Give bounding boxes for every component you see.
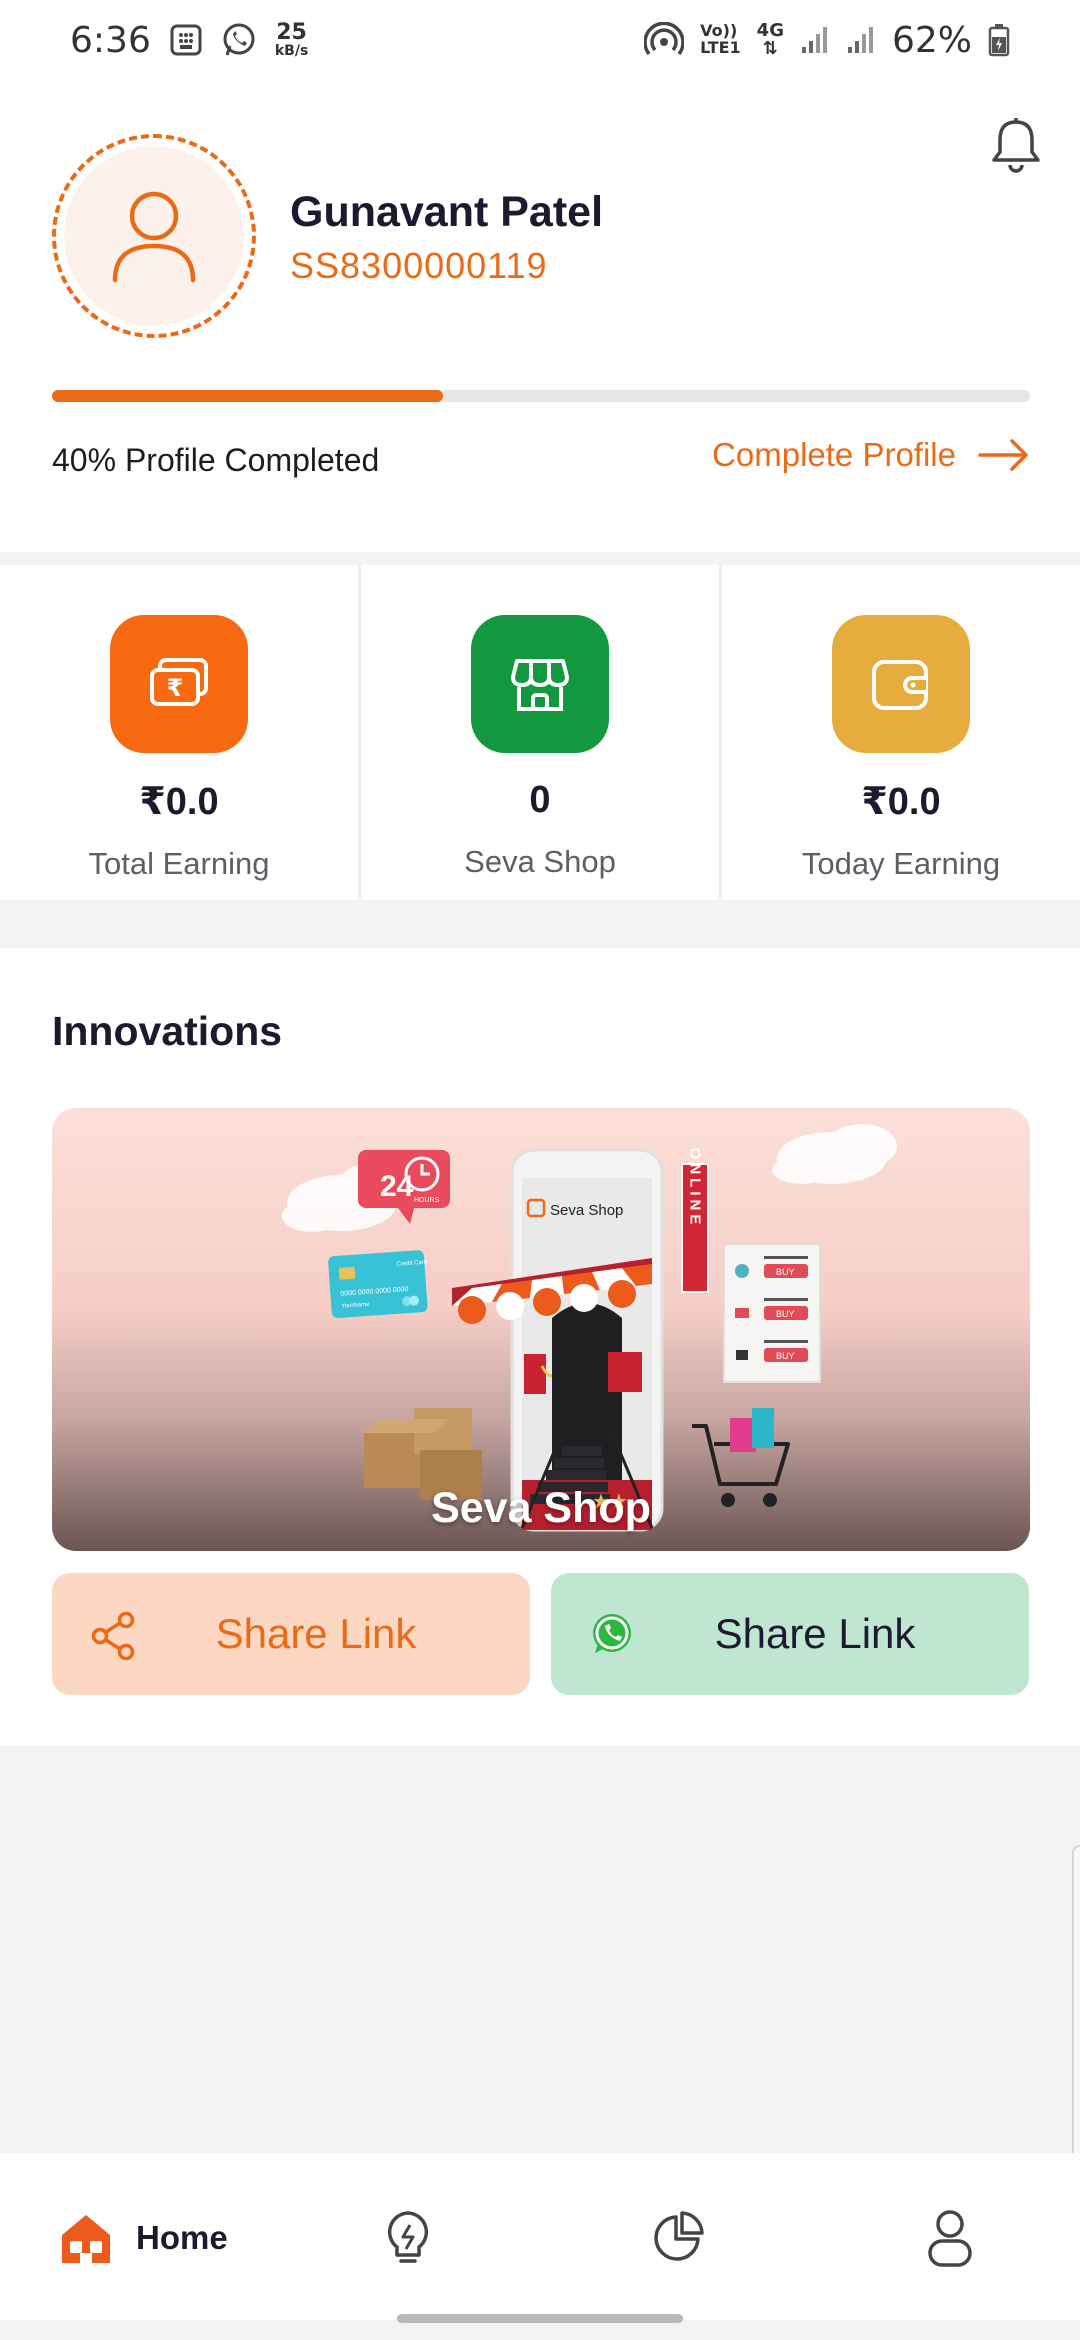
stat-icon-tile: ₹ <box>110 615 248 753</box>
net-speed: 25 kB/s <box>274 20 309 59</box>
seva-shop-banner[interactable]: 24 HOURS Credit Card 0000 0000 0000 0000… <box>52 1108 1030 1551</box>
user-id: SS8300000119 <box>290 245 548 286</box>
stat-today-earning[interactable]: ₹0.0 Today Earning <box>722 565 1080 900</box>
profile-header: Gunavant Patel SS8300000119 40% Profile … <box>0 80 1080 552</box>
svg-text:₹: ₹ <box>167 674 184 702</box>
online-letters: ONLINE <box>687 1148 704 1229</box>
phone-storefront: Seva Shop <box>510 1148 664 1532</box>
stat-label: Seva Shop <box>464 844 616 879</box>
stat-label: Total Earning <box>88 846 270 881</box>
lightbulb-icon <box>387 2211 429 2263</box>
battery-percent: 62% <box>891 19 972 61</box>
buy-label: BUY <box>776 1351 795 1361</box>
signal-icon <box>800 25 830 55</box>
shop-icon <box>511 659 569 711</box>
sim-toolkit-icon <box>169 23 203 57</box>
home-icon <box>62 2215 110 2263</box>
stat-value: ₹0.0 <box>139 781 219 823</box>
profile-progress-bar <box>52 390 1030 402</box>
share-icon <box>90 1611 136 1666</box>
whatsapp-icon <box>589 1611 635 1662</box>
status-left: 6:36 25 kB/s <box>70 20 308 61</box>
stats-row: ₹ ₹0.0 Total Earning 0 Seva Shop ₹0.0 To… <box>0 565 1080 900</box>
net-speed-unit: kB/s <box>274 43 309 59</box>
avatar-background <box>64 146 244 326</box>
status-time: 6:36 <box>70 19 151 61</box>
volte-bottom: LTE1 <box>700 38 741 57</box>
net-speed-value: 25 <box>276 20 307 45</box>
progress-text: 40% Profile Completed <box>52 442 380 478</box>
badge-24: 24 <box>380 1170 414 1203</box>
stat-total-earning[interactable]: ₹ ₹0.0 Total Earning <box>0 565 361 900</box>
nav-item-innovations[interactable] <box>383 2209 433 2272</box>
avatar[interactable] <box>52 134 256 338</box>
profile-progress-fill <box>52 390 444 402</box>
section-title: Innovations <box>52 1008 283 1054</box>
innovations-section: Innovations 24 HOURS Credit Card 0000 00… <box>0 948 1080 1746</box>
phone-label: Seva Shop <box>550 1202 623 1219</box>
money-stack-icon: ₹ <box>150 658 208 706</box>
arrow-right-icon <box>978 439 1028 471</box>
status-bar: 6:36 25 kB/s Vo)) LTE1 4G ⇅ 62% <box>0 0 1080 80</box>
complete-profile-link[interactable]: Complete Profile <box>712 436 1030 474</box>
user-icon <box>112 191 196 283</box>
cloud-icon <box>772 1124 897 1184</box>
stat-seva-shop[interactable]: 0 Seva Shop <box>361 565 722 900</box>
user-name: Gunavant Patel <box>290 188 604 236</box>
stat-label: Today Earning <box>801 846 1001 881</box>
online-sign: ONLINE <box>681 1148 709 1293</box>
credit-card-image: Credit Card 0000 0000 0000 0000 YourName <box>328 1250 428 1319</box>
bottom-navigation: Home <box>0 2153 1080 2320</box>
whatsapp-icon <box>221 22 257 58</box>
data-arrows-icon: ⇅ <box>762 38 778 59</box>
buy-label: BUY <box>776 1267 795 1277</box>
banner-title: Seva Shop <box>431 1484 651 1532</box>
share-link-button[interactable]: Share Link <box>52 1573 530 1695</box>
stat-value: ₹0.0 <box>861 781 941 823</box>
nav-item-home[interactable]: Home <box>58 2211 228 2265</box>
volte-indicator: Vo)) LTE1 <box>700 22 741 57</box>
side-edge-handle[interactable] <box>1072 1845 1080 2175</box>
battery-icon <box>988 23 1010 57</box>
nav-home-label: Home <box>136 2219 228 2256</box>
home-indicator[interactable] <box>397 2314 683 2323</box>
network-type: 4G ⇅ <box>757 22 784 58</box>
nav-item-reports[interactable] <box>652 2209 706 2268</box>
user-icon <box>928 2210 972 2267</box>
hotspot-icon <box>644 22 685 58</box>
product-list-card: BUY BUY BUY <box>723 1243 821 1383</box>
stat-icon-tile <box>471 615 609 753</box>
nav-item-profile[interactable] <box>927 2209 973 2272</box>
badge-hours: HOURS <box>414 1197 440 1204</box>
pie-chart-icon <box>654 2211 704 2261</box>
status-right: Vo)) LTE1 4G ⇅ 62% <box>644 20 1010 61</box>
signal-icon <box>846 25 876 55</box>
stat-icon-tile <box>832 615 970 753</box>
wallet-icon <box>872 660 928 710</box>
complete-profile-label: Complete Profile <box>712 436 956 473</box>
stat-value: 0 <box>529 779 551 821</box>
whatsapp-share-button[interactable]: Share Link <box>551 1573 1029 1695</box>
buy-label: BUY <box>776 1309 795 1319</box>
notification-bell-icon[interactable] <box>990 116 1042 179</box>
